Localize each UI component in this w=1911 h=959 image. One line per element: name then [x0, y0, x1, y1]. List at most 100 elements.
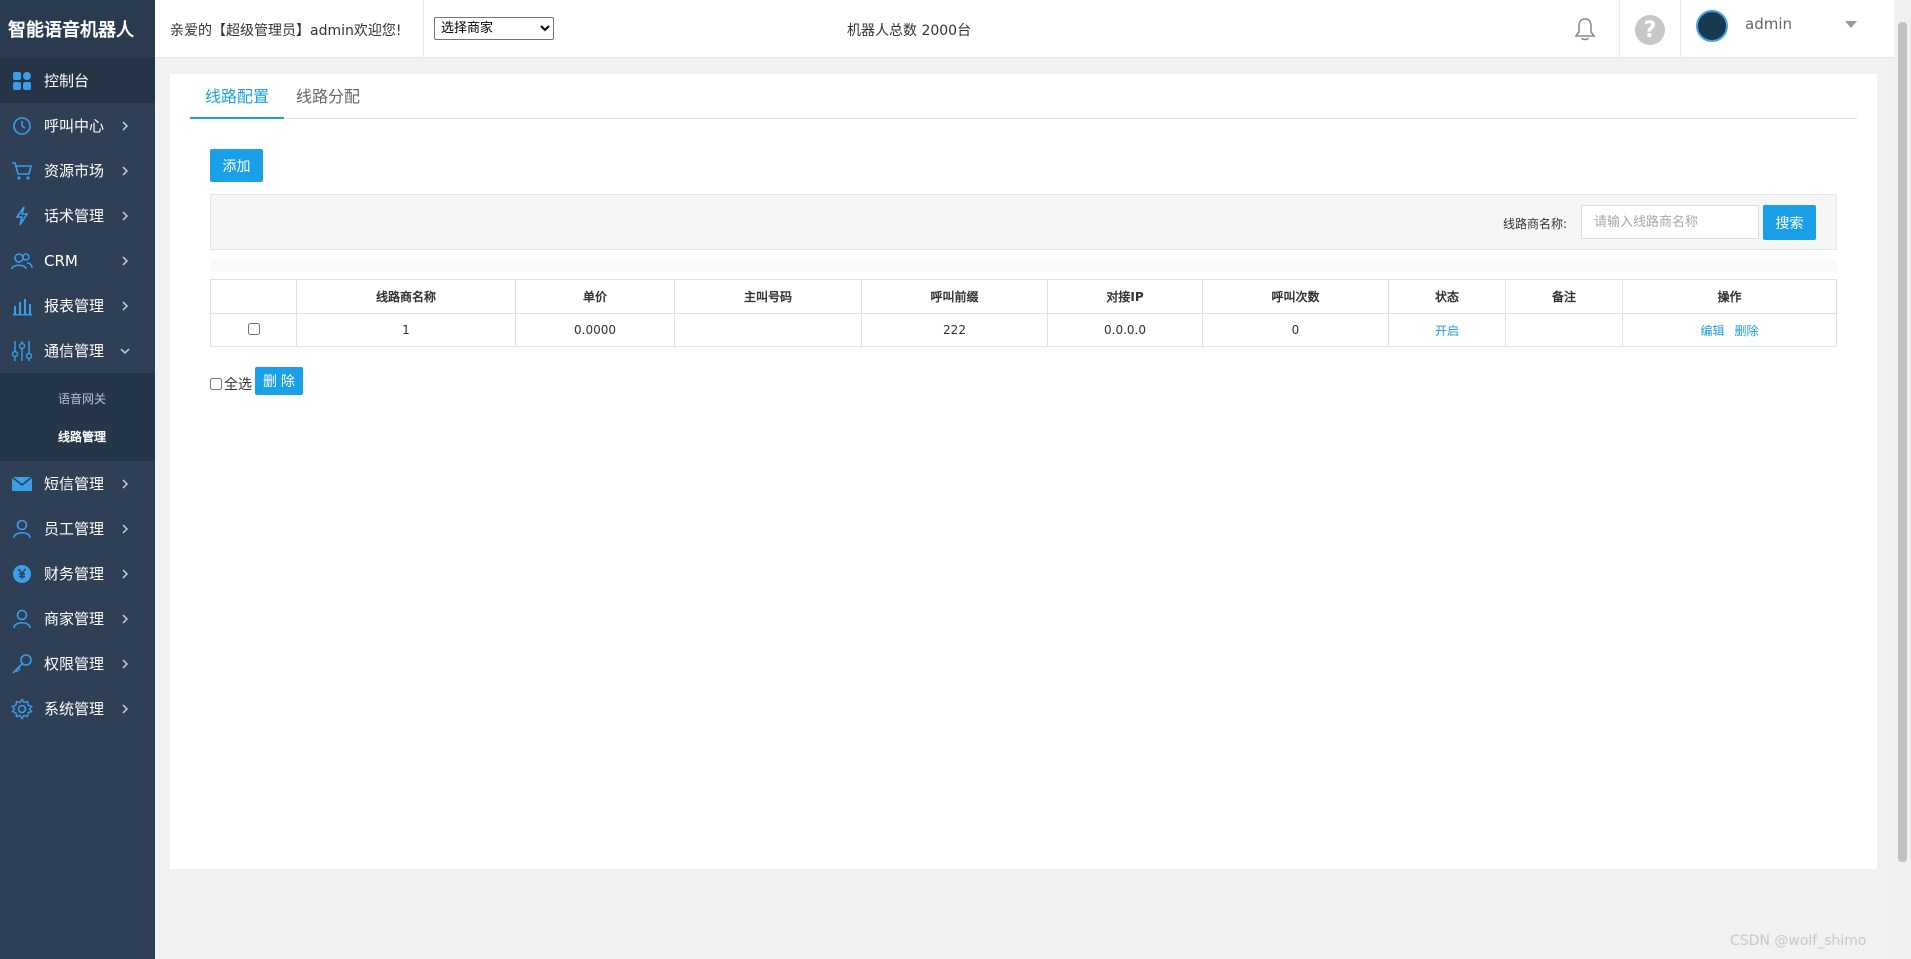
chevron-down-icon	[120, 348, 130, 354]
merchant-select[interactable]: 选择商家	[434, 17, 554, 40]
sidebar-item-label: 资源市场	[44, 162, 105, 180]
select-all-checkbox[interactable]	[210, 378, 222, 390]
search-label: 线路商名称:	[1503, 217, 1568, 231]
status-toggle-link[interactable]: 开启	[1435, 324, 1459, 338]
chevron-right-icon	[122, 121, 128, 130]
tab-line-allocation[interactable]: 线路分配	[281, 74, 375, 119]
sidebar-item-label: 商家管理	[44, 610, 105, 628]
username[interactable]: admin	[1745, 15, 1792, 33]
search-input[interactable]	[1581, 205, 1759, 239]
chevron-right-icon	[122, 479, 128, 488]
sidebar-subitem-line-management[interactable]: 线路管理	[0, 417, 155, 455]
cart-icon	[10, 159, 34, 183]
row-select-cell	[210, 313, 297, 347]
cell-name: 1	[296, 313, 516, 347]
add-button[interactable]: 添加	[210, 149, 263, 182]
table-row: 1 0.0000 222 0.0.0.0 0 开启 编辑 删除	[210, 313, 1837, 347]
sidebar-item-label: 短信管理	[44, 475, 105, 493]
sidebar-item-communication[interactable]: 通信管理	[0, 328, 155, 373]
column-header-caller-number: 主叫号码	[674, 279, 862, 314]
yen-icon	[10, 562, 34, 586]
column-header-ip: 对接IP	[1047, 279, 1203, 314]
tab-line-config[interactable]: 线路配置	[190, 74, 285, 119]
delete-link[interactable]: 删除	[1735, 324, 1759, 338]
sidebar-item-resource-market[interactable]: 资源市场	[0, 148, 155, 193]
cell-actions: 编辑 删除	[1622, 313, 1837, 347]
column-header-call-count: 呼叫次数	[1202, 279, 1389, 314]
search-button[interactable]: 搜索	[1763, 205, 1816, 240]
cell-status: 开启	[1388, 313, 1506, 347]
sidebar-item-label: 通信管理	[44, 342, 105, 360]
batch-delete-button[interactable]: 删 除	[255, 367, 303, 395]
key-icon	[10, 652, 34, 676]
header-divider	[423, 0, 424, 58]
sidebar-item-label: 报表管理	[44, 297, 105, 315]
sidebar-item-dashboard[interactable]: 控制台	[0, 58, 155, 103]
cell-call-count: 0	[1202, 313, 1389, 347]
select-all-label[interactable]: 全选	[224, 374, 252, 394]
chevron-right-icon	[122, 524, 128, 533]
chevron-right-icon	[122, 659, 128, 668]
sidebar-item-merchant[interactable]: 商家管理	[0, 596, 155, 641]
sidebar-item-label: 财务管理	[44, 565, 105, 583]
column-header-remark: 备注	[1505, 279, 1623, 314]
sidebar-item-sms[interactable]: 短信管理	[0, 461, 155, 506]
header-divider	[1619, 0, 1620, 58]
edit-link[interactable]: 编辑	[1700, 324, 1724, 338]
cell-price: 0.0000	[515, 313, 675, 347]
clock-icon	[10, 114, 34, 138]
avatar[interactable]	[1696, 10, 1728, 42]
sidebar-item-permissions[interactable]: 权限管理	[0, 641, 155, 686]
watermark-text: CSDN @wolf_shimo	[1730, 933, 1867, 949]
scrollbar-thumb[interactable]	[1898, 22, 1907, 862]
sliders-icon	[10, 339, 34, 363]
header-divider	[1680, 0, 1681, 58]
bell-icon[interactable]	[1572, 16, 1598, 42]
help-icon[interactable]: ?	[1635, 15, 1665, 45]
sidebar-item-crm[interactable]: CRM	[0, 238, 155, 283]
lightning-icon	[10, 204, 34, 228]
user-icon	[10, 517, 34, 541]
cell-ip: 0.0.0.0	[1047, 313, 1203, 347]
chevron-right-icon	[122, 614, 128, 623]
dashboard-icon	[10, 69, 34, 93]
gear-icon	[10, 697, 34, 721]
sidebar: 智能语音机器人 控制台 呼叫中心 资源市场 话术管理 CRM 报表管理 通信管理…	[0, 0, 155, 959]
sidebar-item-staff[interactable]: 员工管理	[0, 506, 155, 551]
tab-bar: 线路配置 线路分配	[190, 74, 1857, 119]
sidebar-item-reports[interactable]: 报表管理	[0, 283, 155, 328]
chevron-right-icon	[122, 301, 128, 310]
chevron-right-icon	[122, 166, 128, 175]
line-table: 线路商名称 单价 主叫号码 呼叫前缀 对接IP 呼叫次数 状态 备注 操作 1 …	[210, 279, 1837, 347]
sidebar-item-script-management[interactable]: 话术管理	[0, 193, 155, 238]
sidebar-submenu-communication: 语音网关 线路管理	[0, 373, 155, 461]
welcome-text: 亲爱的【超级管理员】admin欢迎您!	[170, 23, 402, 39]
app-title: 智能语音机器人	[0, 0, 155, 58]
user-icon	[10, 607, 34, 631]
users-icon	[10, 249, 34, 273]
sidebar-item-call-center[interactable]: 呼叫中心	[0, 103, 155, 148]
vertical-scrollbar[interactable]	[1894, 0, 1911, 959]
sidebar-item-label: 呼叫中心	[44, 117, 105, 135]
column-header-status: 状态	[1388, 279, 1506, 314]
chevron-right-icon	[122, 256, 128, 265]
sidebar-subitem-voice-gateway[interactable]: 语音网关	[0, 379, 155, 417]
sidebar-item-finance[interactable]: 财务管理	[0, 551, 155, 596]
row-checkbox[interactable]	[247, 322, 260, 335]
column-header-prefix: 呼叫前缀	[861, 279, 1048, 314]
column-header-name: 线路商名称	[296, 279, 516, 314]
caret-down-icon[interactable]	[1845, 21, 1857, 28]
sidebar-item-label: 系统管理	[44, 700, 105, 718]
robot-total-text: 机器人总数 2000台	[847, 23, 972, 39]
column-header-actions: 操作	[1622, 279, 1837, 314]
table-spacer	[210, 260, 1837, 272]
sidebar-item-system[interactable]: 系统管理	[0, 686, 155, 731]
sidebar-item-label: 员工管理	[44, 520, 105, 538]
chevron-right-icon	[122, 569, 128, 578]
table-header-row: 线路商名称 单价 主叫号码 呼叫前缀 对接IP 呼叫次数 状态 备注 操作	[210, 279, 1837, 314]
cell-caller-number	[674, 313, 862, 347]
column-header-price: 单价	[515, 279, 675, 314]
search-bar: 线路商名称: 搜索	[210, 194, 1837, 250]
chevron-right-icon	[122, 704, 128, 713]
sidebar-item-label: CRM	[44, 251, 78, 270]
